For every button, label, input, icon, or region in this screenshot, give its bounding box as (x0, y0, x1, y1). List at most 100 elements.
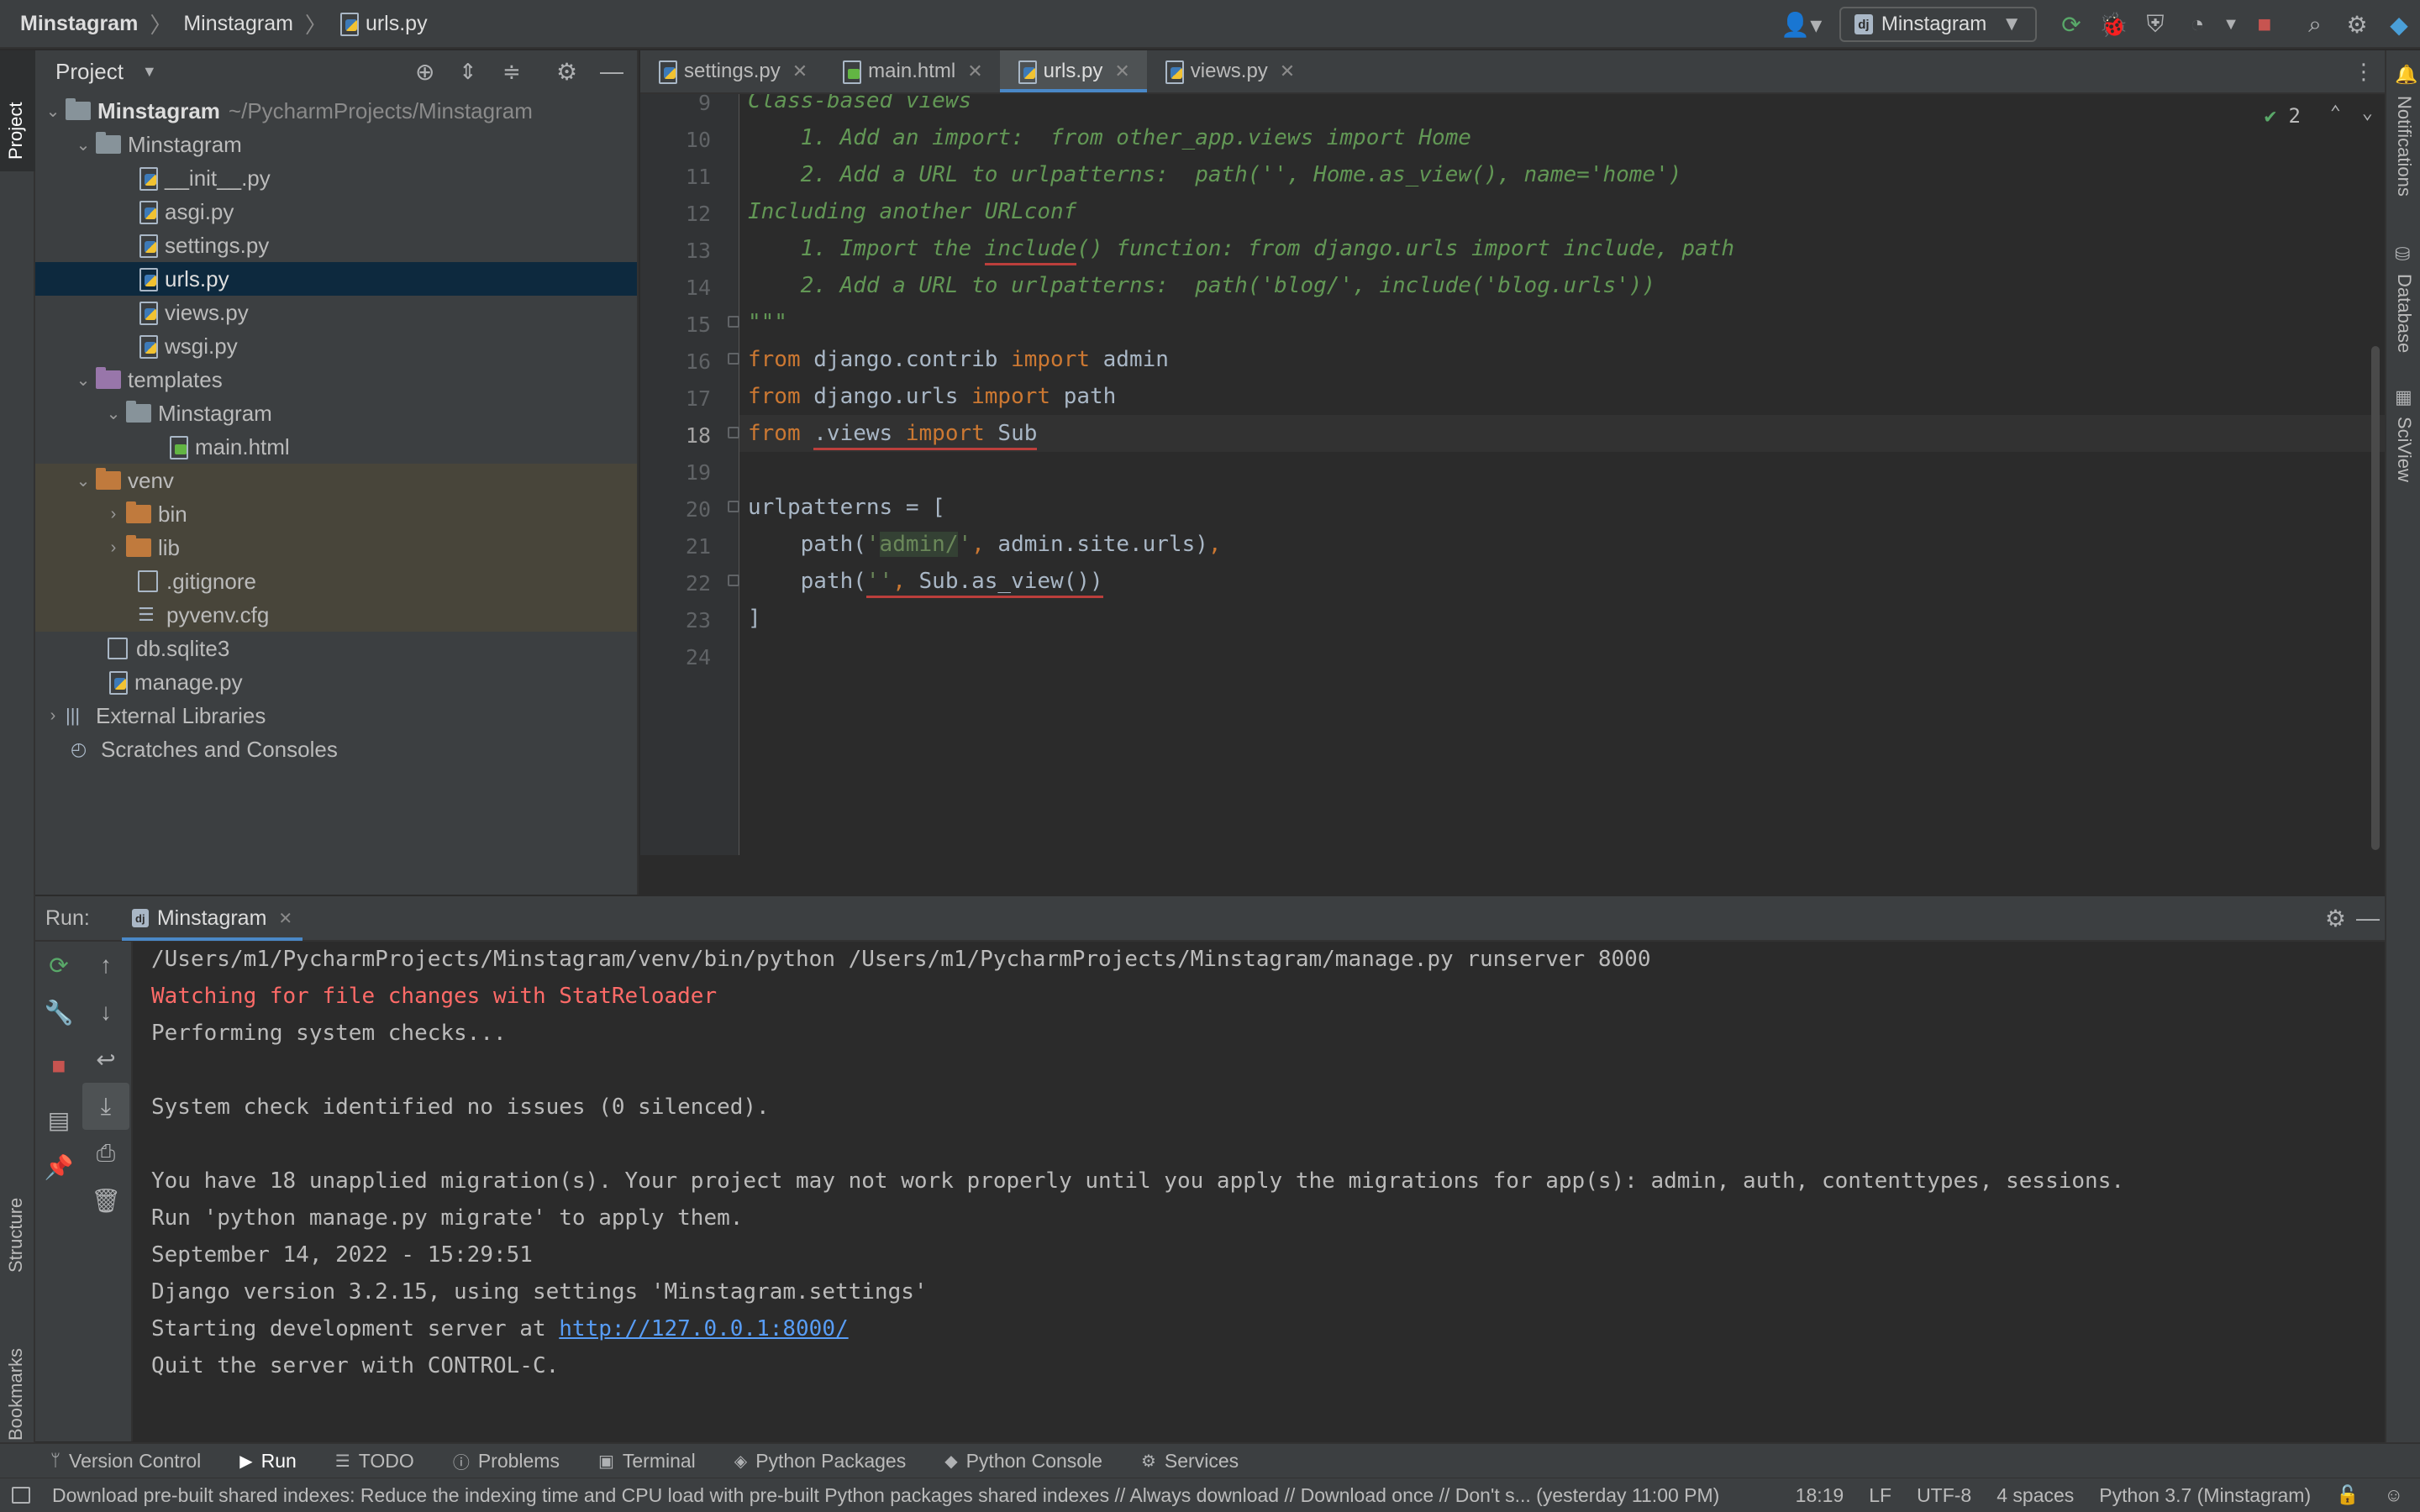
scroll-to-end-icon[interactable]: ⤓ (82, 1083, 129, 1130)
server-url-link[interactable]: http://127.0.0.1:8000/ (559, 1316, 848, 1341)
tree-row-folder-excluded[interactable]: › bin (35, 497, 637, 531)
stop-icon[interactable]: ■ (2244, 0, 2286, 49)
fold-marker-icon[interactable] (728, 353, 739, 365)
tab-views-py[interactable]: views.py ✕ (1147, 50, 1312, 92)
arrow-up-icon[interactable]: ↑ (82, 942, 129, 989)
chevron-right-icon[interactable]: › (40, 706, 66, 726)
gear-icon[interactable]: ⚙ (2325, 905, 2346, 932)
chevron-down-icon[interactable]: ⌄ (71, 134, 96, 155)
trash-icon[interactable]: 🗑 (82, 1177, 129, 1224)
file-encoding[interactable]: UTF-8 (1917, 1484, 1971, 1507)
line-separator[interactable]: LF (1869, 1484, 1891, 1507)
tool-python-packages[interactable]: ◈ Python Packages (734, 1450, 906, 1473)
tree-row-file[interactable]: .gitignore (35, 564, 637, 598)
tree-row-folder-excluded[interactable]: › lib (35, 531, 637, 564)
code-editor[interactable]: 9 10 11 12 13 14 15 16 17 18 19 20 21 22… (640, 94, 2385, 855)
chevron-down-icon[interactable]: ⌄ (101, 403, 126, 424)
user-icon[interactable]: 👤▾ (1772, 0, 1831, 49)
project-tool-label[interactable]: Project (5, 102, 27, 160)
pin-icon[interactable]: 📌 (35, 1143, 82, 1190)
tree-row-file[interactable]: ☰ pyvenv.cfg (35, 598, 637, 632)
run-tab-minstagram[interactable]: dj Minstagram ✕ (121, 895, 303, 941)
tree-row-root[interactable]: ⌄ Minstagram ~/PycharmProjects/Minstagra… (35, 94, 637, 128)
coverage-icon[interactable]: ⛨ (2134, 0, 2176, 49)
fold-marker-icon[interactable] (728, 501, 739, 512)
tab-settings-py[interactable]: settings.py ✕ (640, 50, 824, 92)
tree-row-scratches[interactable]: ◴ Scratches and Consoles (35, 732, 637, 766)
database-tool-label[interactable]: Database (2393, 274, 2415, 353)
tree-row-file[interactable]: main.html (35, 430, 637, 464)
more-run-options-icon[interactable]: ▼ (2218, 0, 2244, 49)
sciview-icon[interactable]: ▦ (2395, 386, 2412, 408)
profile-icon[interactable]: ◔ (2176, 0, 2218, 49)
tree-row-file-selected[interactable]: urls.py (35, 262, 637, 296)
gear-icon[interactable]: ⚙ (556, 58, 577, 86)
tab-urls-py[interactable]: urls.py ✕ (999, 50, 1147, 92)
layout-icon[interactable]: ▤ (35, 1096, 82, 1143)
close-icon[interactable]: ✕ (792, 60, 808, 82)
close-icon[interactable]: ✕ (967, 60, 982, 82)
run-console[interactable]: /Users/m1/PycharmProjects/Minstagram/ven… (134, 942, 2385, 1441)
editor-scrollbar[interactable] (2371, 346, 2380, 850)
fold-marker-icon[interactable] (728, 575, 739, 586)
tree-row-file[interactable]: db.sqlite3 (35, 632, 637, 665)
tree-row-file[interactable]: __init__.py (35, 161, 637, 195)
chevron-right-icon[interactable]: › (101, 538, 126, 558)
sciview-tool-label[interactable]: SciView (2393, 417, 2415, 482)
tree-row-file[interactable]: views.py (35, 296, 637, 329)
tool-todo[interactable]: ☰ TODO (335, 1450, 414, 1473)
tool-version-control[interactable]: ᛘ Version Control (50, 1450, 201, 1473)
structure-tool-label[interactable]: Structure (5, 1198, 27, 1273)
chevron-down-icon[interactable]: ▼ (142, 63, 157, 81)
expand-all-icon[interactable]: ⇕ (459, 59, 477, 85)
tool-services[interactable]: ⚙ Services (1141, 1450, 1239, 1473)
hide-panel-icon[interactable]: — (600, 58, 623, 85)
tool-terminal[interactable]: ▣ Terminal (598, 1450, 696, 1473)
hide-panel-icon[interactable]: — (2356, 905, 2380, 932)
locate-icon[interactable]: ⊕ (415, 58, 434, 86)
close-icon[interactable]: ✕ (1114, 60, 1129, 82)
chevron-down-icon[interactable]: ⌄ (71, 370, 96, 391)
tree-row-file[interactable]: asgi.py (35, 195, 637, 228)
rerun-icon[interactable]: ⟳ (2050, 0, 2092, 49)
tree-row-package[interactable]: ⌄ Minstagram (35, 128, 637, 161)
tree-row-file[interactable]: settings.py (35, 228, 637, 262)
notifications-tool-label[interactable]: Notifications (2393, 96, 2415, 197)
caret-position[interactable]: 18:19 (1796, 1484, 1844, 1507)
memory-indicator-icon[interactable]: ☺ (2385, 1484, 2403, 1506)
tree-row-folder-excluded[interactable]: ⌄ venv (35, 464, 637, 497)
gear-icon[interactable]: ⚙ (2336, 0, 2378, 49)
tool-python-console[interactable]: ◆ Python Console (944, 1450, 1102, 1473)
chevron-down-icon[interactable]: ⌄ (2362, 102, 2373, 123)
more-tabs-icon[interactable]: ⋮ (2353, 59, 2375, 85)
tree-row-file[interactable]: manage.py (35, 665, 637, 699)
arrow-down-icon[interactable]: ↓ (82, 989, 129, 1036)
indent-setting[interactable]: 4 spaces (1996, 1484, 2074, 1507)
database-icon[interactable]: ⛁ (2395, 244, 2410, 265)
debug-icon[interactable]: 🐞 (2092, 0, 2134, 49)
wrench-icon[interactable]: 🔧 (35, 989, 82, 1036)
python-interpreter[interactable]: Python 3.7 (Minstagram) (2099, 1484, 2311, 1507)
chevron-down-icon[interactable]: ⌄ (71, 470, 96, 491)
fold-marker-icon[interactable] (728, 316, 739, 328)
close-icon[interactable]: ✕ (1280, 60, 1295, 82)
breadcrumb-module[interactable]: Minstagram (183, 12, 293, 36)
print-icon[interactable]: ⎙ (82, 1130, 129, 1177)
chevron-down-icon[interactable]: ⌄ (40, 101, 66, 122)
breadcrumb-file[interactable]: urls.py (366, 12, 428, 36)
tree-row-folder[interactable]: ⌄ Minstagram (35, 396, 637, 430)
tree-row-folder[interactable]: ⌄ templates (35, 363, 637, 396)
tree-row-file[interactable]: wsgi.py (35, 329, 637, 363)
run-configuration-select[interactable]: dj Minstagram ▼ (1839, 7, 2037, 42)
bookmarks-tool-label[interactable]: Bookmarks (5, 1348, 27, 1441)
toggle-tool-windows-icon[interactable] (12, 1487, 30, 1504)
stop-icon[interactable]: ■ (35, 1042, 82, 1089)
tool-problems[interactable]: ⓘ Problems (453, 1449, 560, 1473)
tool-run[interactable]: ▶ Run (239, 1450, 297, 1473)
tab-main-html[interactable]: main.html ✕ (824, 50, 999, 92)
project-view-title[interactable]: Project (55, 59, 124, 85)
chevron-right-icon[interactable]: › (101, 505, 126, 524)
status-message[interactable]: Download pre-built shared indexes: Reduc… (52, 1484, 1719, 1507)
jetbrains-logo-icon[interactable]: ◆ (2378, 0, 2420, 49)
search-icon[interactable]: ⌕ (2294, 0, 2336, 49)
